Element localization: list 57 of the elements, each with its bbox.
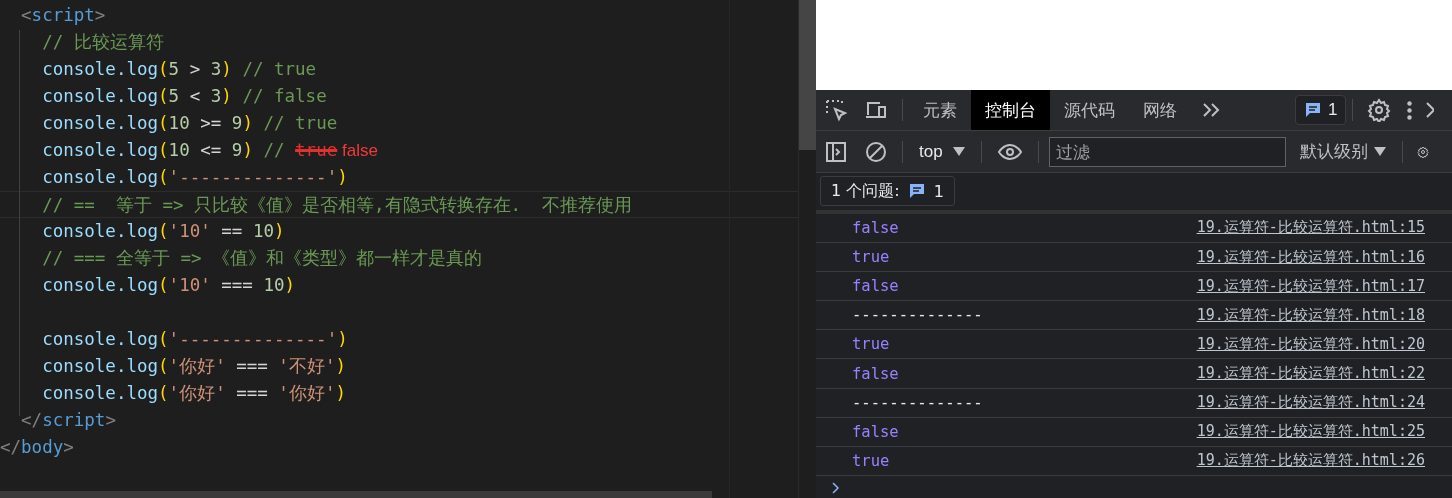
source-link[interactable]: 19.运算符-比较运算符.html:24 xyxy=(1196,393,1425,413)
caret-icon xyxy=(952,146,965,157)
message-icon xyxy=(907,182,926,201)
panel-tab[interactable]: 网络 xyxy=(1129,90,1191,131)
code-line: console.log('10' == 10) xyxy=(41,220,286,243)
issues-badge[interactable]: 1 xyxy=(1295,95,1347,126)
filter-field[interactable]: 过滤 xyxy=(1048,136,1286,167)
code-line: // 比较运算符 xyxy=(41,31,165,54)
kebab-icon xyxy=(1407,100,1413,120)
log-level-select[interactable]: 默认级别 xyxy=(1289,140,1396,164)
message-icon xyxy=(1304,101,1322,120)
source-link[interactable]: 19.运算符-比较运算符.html:26 xyxy=(1196,451,1425,471)
context-select[interactable]: top xyxy=(909,141,975,162)
panel-tab[interactable]: 元素 xyxy=(909,90,971,131)
panel-tab[interactable]: 控制台 xyxy=(971,90,1050,131)
clear-icon xyxy=(864,139,888,164)
settings-icon xyxy=(1367,98,1392,123)
code-line: console.log('--------------') xyxy=(41,328,349,351)
code-line: </script> xyxy=(20,409,117,432)
console-value: true xyxy=(852,335,890,354)
source-link[interactable]: 19.运算符-比较运算符.html:18 xyxy=(1196,305,1425,325)
code-line: console.log(10 >= 9) // true xyxy=(41,112,339,135)
console-value: false xyxy=(852,364,899,383)
inspect-icon xyxy=(824,98,848,123)
source-link[interactable]: 19.运算符-比较运算符.html:20 xyxy=(1196,334,1425,354)
console-value: -------------- xyxy=(852,393,983,412)
code-line: console.log(10 <= 9) // true false xyxy=(41,139,379,162)
code-line: console.log('你好' === '不好') xyxy=(41,355,347,378)
code-line: console.log('--------------') xyxy=(41,166,349,189)
scrollbar[interactable] xyxy=(0,491,712,498)
caret-icon xyxy=(1373,146,1386,157)
code-line: console.log('你好' === '你好') xyxy=(41,382,347,405)
source-link[interactable]: 19.运算符-比较运算符.html:25 xyxy=(1196,422,1425,442)
source-link[interactable]: 19.运算符-比较运算符.html:17 xyxy=(1196,276,1425,296)
code-line: console.log(5 < 3) // false xyxy=(41,85,328,108)
console-value: true xyxy=(852,451,890,470)
console-value: false xyxy=(852,422,899,441)
sidebar-icon xyxy=(824,139,848,164)
source-link[interactable]: 19.运算符-比较运算符.html:22 xyxy=(1196,364,1425,383)
source-link[interactable]: 19.运算符-比较运算符.html:15 xyxy=(1196,218,1425,238)
code-line: console.log(5 > 3) // true xyxy=(41,58,318,81)
prompt-chevron-icon xyxy=(832,481,840,494)
scrollbar-thumb[interactable] xyxy=(799,0,816,150)
code-line: console.log('10' === 10) xyxy=(41,274,297,297)
code-line: </body> xyxy=(0,436,75,459)
code-line: <script> xyxy=(20,4,107,27)
code-line: // === 全等于 => 《值》和《类型》都一样才是真的 xyxy=(41,247,484,270)
issues-count: 1 xyxy=(1328,100,1338,121)
code-line: // == 等于 => 只比较《值》是否相等,有隐式转换存在. 不推荐使用 xyxy=(0,191,798,218)
console-value: -------------- xyxy=(852,306,983,325)
panel-tab[interactable]: 源代码 xyxy=(1050,90,1129,131)
close-icon xyxy=(1426,102,1435,119)
console-value: false xyxy=(852,218,899,237)
console-value: false xyxy=(852,277,899,296)
source-link[interactable]: 19.运算符-比较运算符.html:16 xyxy=(1196,247,1425,267)
issues-button[interactable]: 1 个问题: 1 xyxy=(820,176,955,207)
console-value: true xyxy=(852,248,890,266)
